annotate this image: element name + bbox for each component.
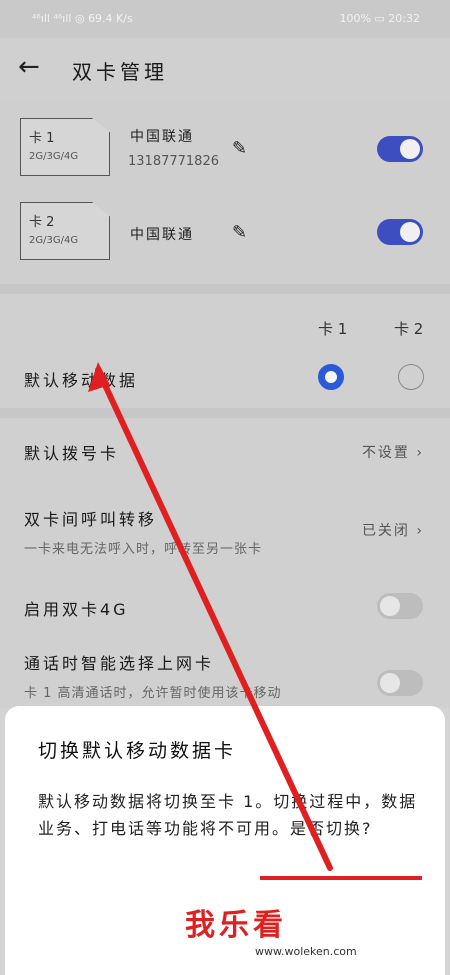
sim-card-1-toggle[interactable] [377,136,423,162]
sim-card-2-type: 2G/3G/4G [29,235,79,246]
status-bar-right: 100% ▭ 20:32 [339,12,420,25]
dialog-body: 默认移动数据将切换至卡 1。切换过程中，数据业务、打电话等功能将不可用。是否切换… [38,792,418,838]
call-forward-label: 双卡间呼叫转移 [24,510,158,529]
section-divider [0,284,450,294]
status-bar-left: ⁴⁶ıll ⁴⁶ıll ◎ 69.4 K/s [32,12,133,25]
dual-4g-label: 启用双卡4G [24,600,129,619]
smart-data-toggle[interactable] [377,670,423,696]
default-data-section: 卡 1 卡 2 默认移动数据 [0,294,450,408]
sim-card-2-icon: 卡 2 2G/3G/4G [20,202,110,260]
dual-4g-toggle[interactable] [377,593,423,619]
sim-card-1-phone: 13187771826 [128,154,219,169]
sim-card-1-name: 卡 1 [29,131,55,146]
edit-sim-1-icon[interactable]: ✎ [232,138,247,159]
status-bar: ⁴⁶ıll ⁴⁶ıll ◎ 69.4 K/s 100% ▭ 20:32 [0,0,450,38]
column-label-sim1: 卡 1 [318,320,348,338]
sim-card-1-type: 2G/3G/4G [29,151,79,162]
sim-card-section: 卡 1 2G/3G/4G 中国联通 13187771826 ✎ 卡 2 2G/3… [0,98,450,284]
header: ← 双卡管理 [0,38,450,98]
dialog-title: 切换默认移动数据卡 [38,740,237,762]
back-arrow-icon[interactable]: ← [18,52,48,82]
smart-data-label: 通话时智能选择上网卡 [24,654,215,673]
sim-card-1-icon: 卡 1 2G/3G/4G [20,118,110,176]
watermark-logo: 我乐看 [185,908,287,943]
default-data-sim1-radio[interactable] [318,364,344,390]
default-data-label: 默认移动数据 [24,371,139,390]
call-forward-description: 一卡来电无法呼入时，呼转至另一张卡 [24,542,263,557]
sim-card-2-toggle[interactable] [377,219,423,245]
sim-card-2-carrier: 中国联通 [130,227,194,243]
sim-card-1-carrier: 中国联通 [130,129,194,145]
section-divider [0,408,450,418]
page-title: 双卡管理 [72,60,168,84]
settings-list: 默认拨号卡 不设置 › 双卡间呼叫转移 一卡来电无法呼入时，呼转至另一张卡 已关… [0,418,450,708]
column-label-sim2: 卡 2 [394,320,424,338]
watermark-url: www.woleken.com [255,945,357,958]
default-dial-value: 不设置 › [361,445,424,461]
smart-data-description: 卡 1 高清通话时，允许暂时使用该卡移动 [24,686,282,701]
default-dial-label: 默认拨号卡 [24,444,120,463]
sim-card-2-name: 卡 2 [29,215,55,230]
default-data-sim2-radio[interactable] [398,364,424,390]
call-forward-value: 已关闭 › [361,523,424,539]
edit-sim-2-icon[interactable]: ✎ [232,222,247,243]
